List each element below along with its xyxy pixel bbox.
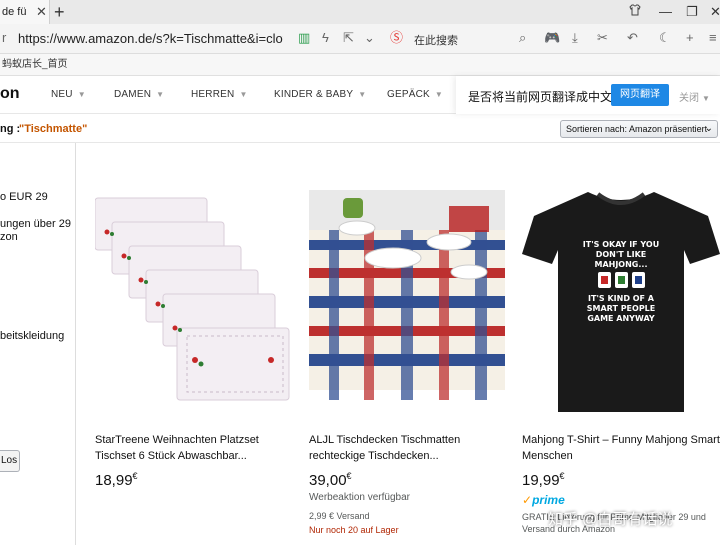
- translate-bar: 是否将当前网页翻译成中文 网页翻译 关闭 ▼: [456, 76, 720, 114]
- nav-item-damen[interactable]: DAMEN ▼: [114, 89, 164, 100]
- nav-item-neu[interactable]: NEU ▼: [51, 89, 86, 100]
- filter-price[interactable]: o EUR 29: [0, 191, 48, 204]
- product-title[interactable]: ALJL Tischdecken Tischmatten rechteckige…: [309, 432, 514, 464]
- caret-icon: ▼: [702, 94, 710, 103]
- tab-title: de fü: [2, 6, 27, 18]
- nav-item-herren[interactable]: HERREN ▼: [191, 89, 248, 100]
- translate-close-button[interactable]: 关闭 ▼: [679, 89, 710, 104]
- reader-icon[interactable]: ▥: [298, 30, 310, 46]
- share-icon[interactable]: ⇱: [343, 30, 354, 46]
- minimize-icon[interactable]: —: [659, 2, 672, 22]
- download-icon[interactable]: ⤓: [572, 30, 578, 46]
- shirt-text: IT'S OKAY IF YOU: [583, 240, 659, 249]
- caret-icon: ▼: [156, 90, 165, 99]
- gamepad-icon[interactable]: 🎮: [544, 30, 560, 46]
- address-bar: r https://www.amazon.de/s?k=Tischmatte&i…: [0, 24, 720, 54]
- translate-button[interactable]: 网页翻译: [611, 84, 669, 106]
- forward-icon[interactable]: r: [2, 30, 6, 46]
- nav-item-gepaeck[interactable]: GEPÄCK ▼: [387, 89, 443, 100]
- results-prefix: ng :: [0, 123, 21, 135]
- product-promo: Werbeaktion verfügbar: [309, 492, 410, 503]
- go-button[interactable]: Los: [0, 450, 20, 472]
- undo-icon[interactable]: ↶: [627, 30, 638, 46]
- product-price: 39,00€: [309, 471, 352, 489]
- close-icon[interactable]: ✕: [36, 4, 47, 20]
- mahjong-tile-icon: [598, 272, 645, 288]
- restore-icon[interactable]: ❐: [686, 2, 698, 22]
- shirt-text: MAHJONG...: [594, 260, 647, 269]
- window-close-icon[interactable]: ✕: [710, 2, 720, 22]
- results-query: "Tischmatte": [19, 123, 88, 135]
- product-price: 18,99€: [95, 471, 138, 489]
- product-image[interactable]: [309, 190, 505, 400]
- product-image[interactable]: [95, 190, 295, 410]
- menu-icon[interactable]: ≡: [709, 30, 717, 46]
- results-bar: ng : "Tischmatte" Sortieren nach: Amazon…: [0, 115, 720, 143]
- caret-icon: ▼: [239, 90, 248, 99]
- chevron-down-icon[interactable]: ⌄: [364, 30, 375, 46]
- shirt-text: GAME ANYWAY: [587, 314, 655, 323]
- night-mode-icon[interactable]: ☾: [659, 30, 671, 46]
- add-icon[interactable]: +: [686, 30, 694, 46]
- search-engine-icon[interactable]: Ⓢ: [390, 30, 403, 46]
- shirt-text: SMART PEOPLE: [587, 304, 656, 313]
- product-title[interactable]: StarTreene Weihnachten Platzset Tischset…: [95, 432, 300, 464]
- product-price: 19,99€: [522, 471, 565, 489]
- caret-icon: ▼: [77, 90, 86, 99]
- sort-select[interactable]: Sortieren nach: Amazon präsentiert ⌄: [560, 120, 718, 138]
- product-image[interactable]: IT'S OKAY IF YOU DON'T LIKE MAHJONG... I…: [522, 190, 720, 415]
- amazon-logo[interactable]: on: [0, 85, 20, 103]
- filter-free-shipping-cont[interactable]: zon: [0, 231, 18, 244]
- url-field[interactable]: https://www.amazon.de/s?k=Tischmatte&i=c…: [18, 31, 283, 46]
- watermark: 知乎 @白哥有话说: [548, 511, 673, 528]
- product-shipping: 2,99 € Versand: [309, 511, 370, 521]
- chevron-down-icon: ⌄: [704, 123, 713, 134]
- scissors-icon[interactable]: ✂: [597, 30, 608, 46]
- refinement-sidebar: o EUR 29 ungen über 29 zon beitskleidung…: [0, 143, 76, 545]
- browser-tab-bar: de fü ✕ + — ❐ ✕: [0, 0, 720, 24]
- caret-icon: ▼: [358, 90, 367, 99]
- search-icon[interactable]: ⌕: [519, 30, 526, 46]
- shirt-text: IT'S KIND OF A: [588, 294, 655, 303]
- shirt-text: DON'T LIKE: [596, 250, 647, 259]
- check-icon: ✓: [522, 493, 533, 507]
- new-tab-icon[interactable]: +: [54, 2, 65, 22]
- bookmark-item[interactable]: 蚂蚁店长_首页: [2, 54, 68, 76]
- product-stock: Nur noch 20 auf Lager: [309, 525, 399, 535]
- caret-icon: ▼: [434, 90, 444, 99]
- translate-question: 是否将当前网页翻译成中文: [468, 90, 613, 104]
- product-title[interactable]: Mahjong T-Shirt – Funny Mahjong Smart Me…: [522, 432, 720, 464]
- filter-free-shipping[interactable]: ungen über 29: [0, 218, 71, 231]
- shirt-icon[interactable]: [629, 2, 641, 22]
- filter-workwear[interactable]: beitskleidung: [0, 330, 64, 343]
- bookmarks-bar: 蚂蚁店长_首页: [0, 54, 720, 76]
- nav-item-kinder-baby[interactable]: KINDER & BABY ▼: [274, 89, 366, 100]
- search-input[interactable]: 在此搜索: [414, 32, 458, 48]
- lightning-icon[interactable]: ϟ: [322, 30, 329, 46]
- prime-badge: ✓prime: [522, 493, 565, 507]
- browser-tab[interactable]: de fü ✕: [0, 0, 50, 24]
